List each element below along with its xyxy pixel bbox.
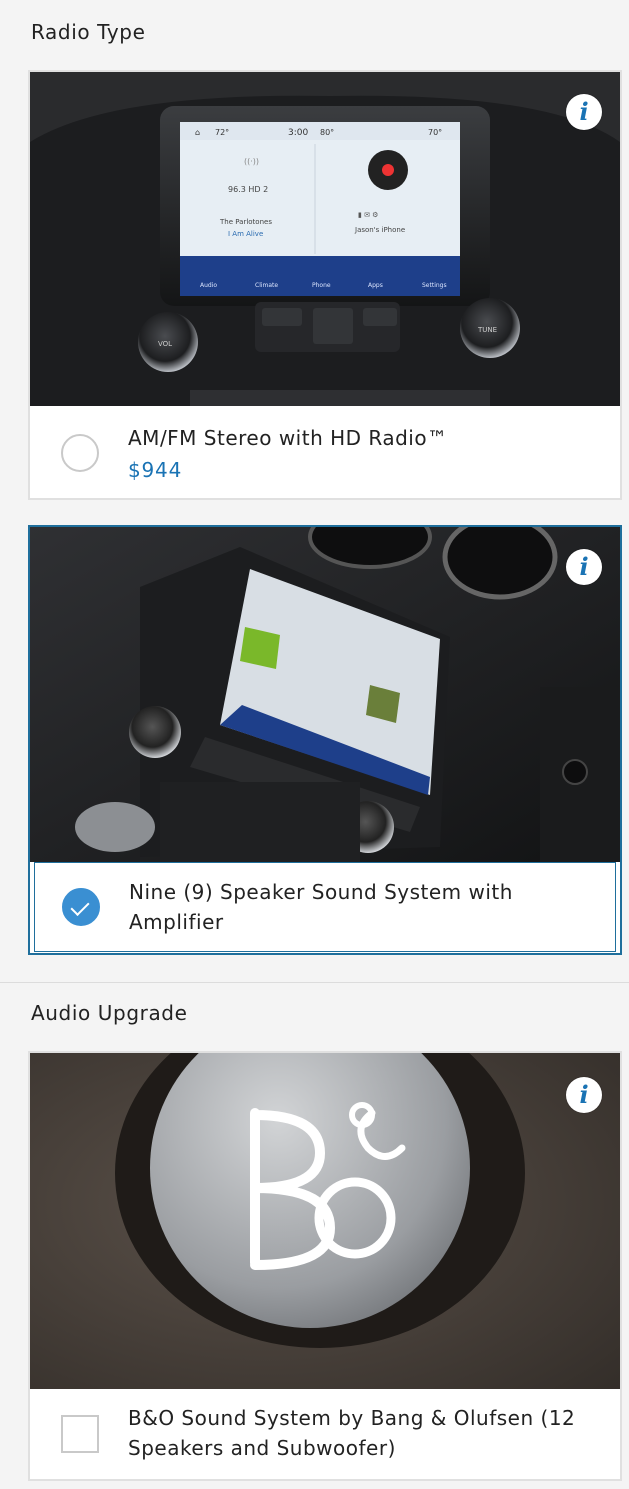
- screen-temp-right: 70°: [428, 128, 442, 137]
- option-card-nine-speaker[interactable]: i Nine (9) Speaker Sound System with Amp…: [28, 525, 622, 955]
- screen-nav-audio: Audio: [200, 282, 217, 289]
- knob-tune-label: TUNE: [477, 326, 497, 334]
- option-row-am-fm-stereo[interactable]: AM/FM Stereo with HD Radio™ $944: [30, 406, 620, 500]
- screen-time: 3:00: [288, 128, 308, 138]
- screen-nav-climate: Climate: [255, 282, 278, 289]
- option-label: AM/FM Stereo with HD Radio™: [128, 426, 448, 450]
- screen-artist: The Parlotones: [219, 218, 272, 226]
- checkmark-icon: [70, 896, 90, 917]
- checkbox-bang-olufsen[interactable]: [61, 1415, 99, 1453]
- option-row-nine-speaker[interactable]: Nine (9) Speaker Sound System with Ampli…: [34, 862, 616, 952]
- radio-button-am-fm-stereo[interactable]: [61, 434, 99, 472]
- radio-button-nine-speaker[interactable]: [62, 888, 100, 926]
- section-title-radio-type: Radio Type: [31, 20, 146, 44]
- screen-nav-settings: Settings: [422, 282, 447, 289]
- section-divider: [0, 982, 629, 983]
- bang-olufsen-button-image: [30, 1053, 620, 1389]
- screen-nav-phone: Phone: [312, 282, 331, 289]
- dash-angle-image: [30, 527, 620, 862]
- screen-nav-apps: Apps: [368, 282, 383, 289]
- info-icon[interactable]: i: [566, 94, 602, 130]
- screen-temp-left: 72°: [215, 128, 229, 137]
- screen-song: I Am Alive: [228, 230, 263, 238]
- option-label: B&O Sound System by Bang & Olufsen (12 S…: [128, 1406, 576, 1460]
- option-label: Nine (9) Speaker Sound System with Ampli…: [129, 880, 513, 934]
- screen-phone: Jason's iPhone: [354, 226, 405, 234]
- section-title-audio-upgrade: Audio Upgrade: [31, 1001, 188, 1025]
- svg-text:((·)): ((·)): [244, 157, 259, 166]
- screen-temp-mid: 80°: [320, 128, 334, 137]
- radio-dash-image: ⌂ 72° 3:00 80° 70° ((·)) 96.3 HD 2 The P…: [30, 72, 620, 406]
- option-price: $944: [128, 458, 183, 482]
- knob-vol-label: VOL: [158, 340, 172, 348]
- svg-text:⌂: ⌂: [195, 128, 200, 137]
- info-icon[interactable]: i: [566, 1077, 602, 1113]
- option-card-am-fm-stereo[interactable]: ⌂ 72° 3:00 80° 70° ((·)) 96.3 HD 2 The P…: [28, 70, 622, 500]
- option-card-bang-olufsen[interactable]: i B&O Sound System by Bang & Olufsen (12…: [28, 1051, 622, 1481]
- option-row-bang-olufsen[interactable]: B&O Sound System by Bang & Olufsen (12 S…: [30, 1389, 620, 1481]
- screen-station: 96.3 HD 2: [228, 185, 268, 194]
- svg-text:▮ ✉ ⚙: ▮ ✉ ⚙: [358, 211, 378, 219]
- info-icon[interactable]: i: [566, 549, 602, 585]
